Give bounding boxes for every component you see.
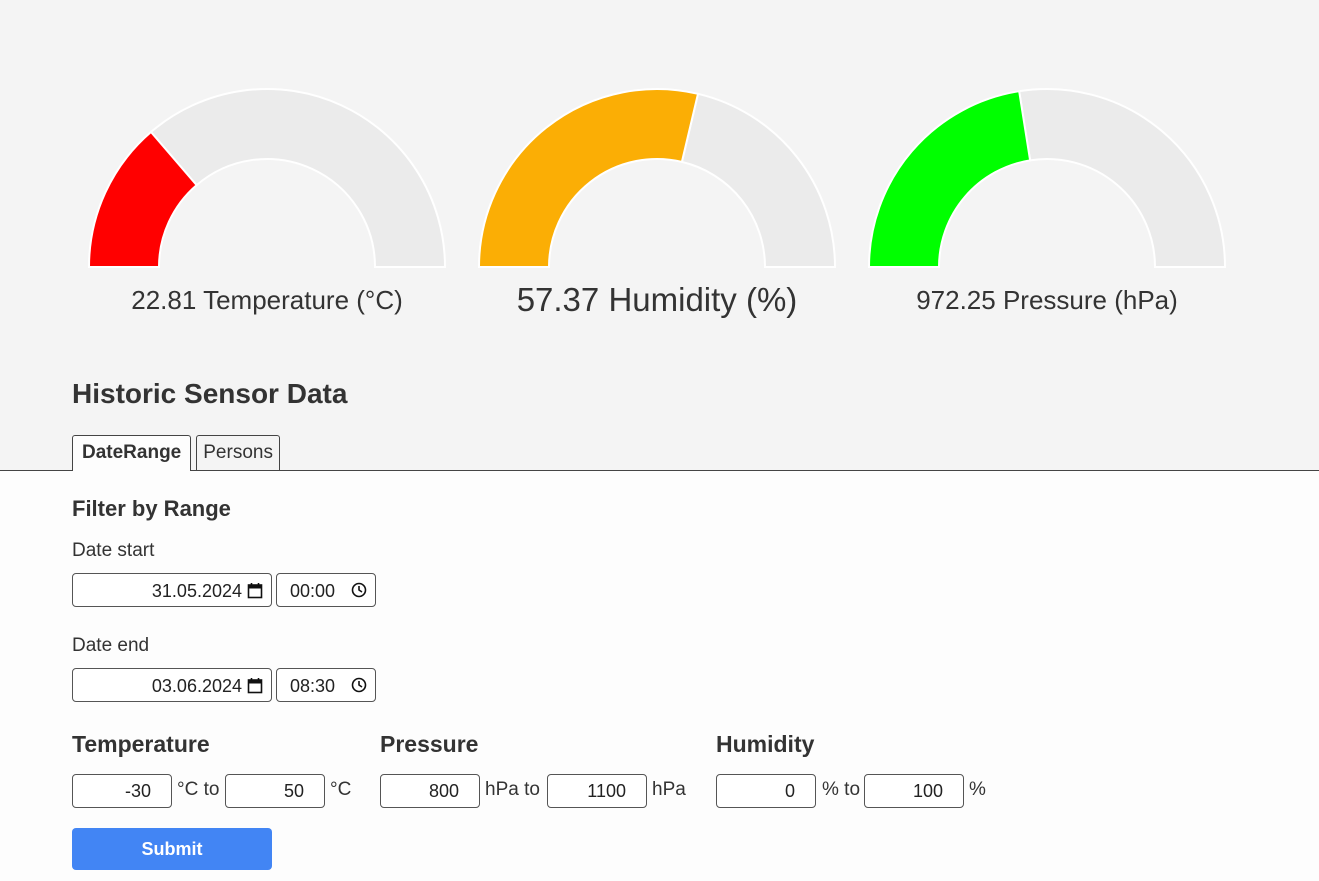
tab-persons[interactable]: Persons — [196, 435, 280, 470]
humidity-unit-to: % to — [822, 779, 861, 800]
pressure-unit-to: hPa to — [485, 779, 540, 800]
date-end-input[interactable]: 03.06.2024 — [72, 668, 272, 702]
humidity-unit-label: Humidity (%) — [608, 281, 798, 318]
humidity-gauge: 57.37 Humidity (%) — [475, 82, 839, 332]
clock-icon[interactable] — [351, 677, 367, 698]
temperature-value: 22.81 — [131, 285, 197, 315]
time-start-value: 00:00 — [290, 581, 336, 601]
calendar-icon[interactable] — [247, 677, 263, 699]
temperature-unit-label: Temperature (°C) — [203, 285, 403, 315]
pressure-value: 972.25 — [916, 285, 996, 315]
pressure-min-input[interactable] — [380, 774, 480, 808]
humidity-gauge-track — [680, 92, 837, 268]
humidity-gauge-label: 57.37 Humidity (%) — [475, 281, 839, 319]
pressure-max-input[interactable] — [547, 774, 647, 808]
humidity-gauge-fill — [477, 88, 700, 268]
temperature-unit-to: °C to — [177, 779, 220, 800]
time-end-value: 08:30 — [290, 676, 336, 696]
pressure-gauge-label: 972.25 Pressure (hPa) — [865, 285, 1229, 316]
date-start-value: 31.05.2024 — [151, 581, 242, 601]
filter-title: Filter by Range — [72, 496, 231, 521]
section-title: Historic Sensor Data — [72, 378, 348, 409]
temperature-gauge-track — [149, 88, 447, 268]
temperature-unit: °C — [330, 779, 352, 800]
humidity-gauge-arc — [477, 88, 837, 268]
temperature-min-input[interactable] — [72, 774, 172, 808]
temperature-max-input[interactable] — [225, 774, 325, 808]
pressure-gauge-arc — [867, 88, 1227, 268]
temperature-gauge: 22.81 Temperature (°C) — [85, 82, 449, 332]
pressure-filter-title: Pressure — [380, 731, 479, 757]
humidity-unit: % — [969, 779, 986, 800]
humidity-filter-title: Humidity — [716, 731, 815, 757]
humidity-min-input[interactable] — [716, 774, 816, 808]
temperature-filter-title: Temperature — [72, 731, 210, 757]
submit-button[interactable]: Submit — [72, 828, 272, 870]
time-end-input[interactable]: 08:30 — [276, 668, 376, 702]
pressure-unit-label: Pressure (hPa) — [1002, 285, 1178, 315]
pressure-gauge-fill — [867, 90, 1032, 268]
temperature-gauge-arc — [87, 88, 447, 268]
tab-daterange[interactable]: DateRange — [72, 435, 192, 471]
temperature-gauge-label: 22.81 Temperature (°C) — [85, 285, 449, 316]
clock-icon[interactable] — [351, 582, 367, 603]
dashboard-header: 22.81 Temperature (°C) 57.37 Humidity (%… — [0, 0, 1319, 471]
time-start-input[interactable]: 00:00 — [276, 573, 376, 607]
tab-bar: DateRange Persons — [72, 435, 280, 471]
humidity-value: 57.37 — [516, 281, 600, 318]
date-end-value: 03.06.2024 — [151, 676, 242, 696]
pressure-unit: hPa — [652, 779, 686, 800]
date-start-label: Date start — [72, 540, 155, 561]
calendar-icon[interactable] — [247, 582, 263, 604]
date-end-label: Date end — [72, 635, 150, 656]
date-start-input[interactable]: 31.05.2024 — [72, 573, 272, 607]
pressure-gauge: 972.25 Pressure (hPa) — [865, 82, 1229, 332]
pressure-gauge-track — [1018, 88, 1227, 268]
humidity-max-input[interactable] — [864, 774, 964, 808]
